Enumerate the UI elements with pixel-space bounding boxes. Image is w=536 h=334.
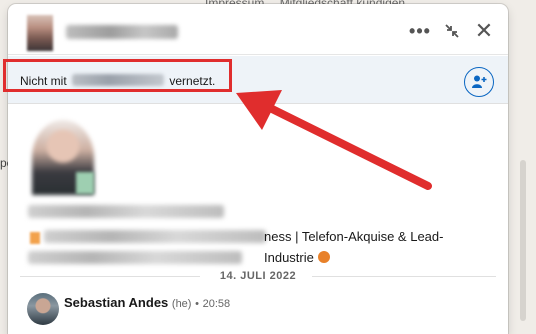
annotation-arrow <box>236 90 432 190</box>
